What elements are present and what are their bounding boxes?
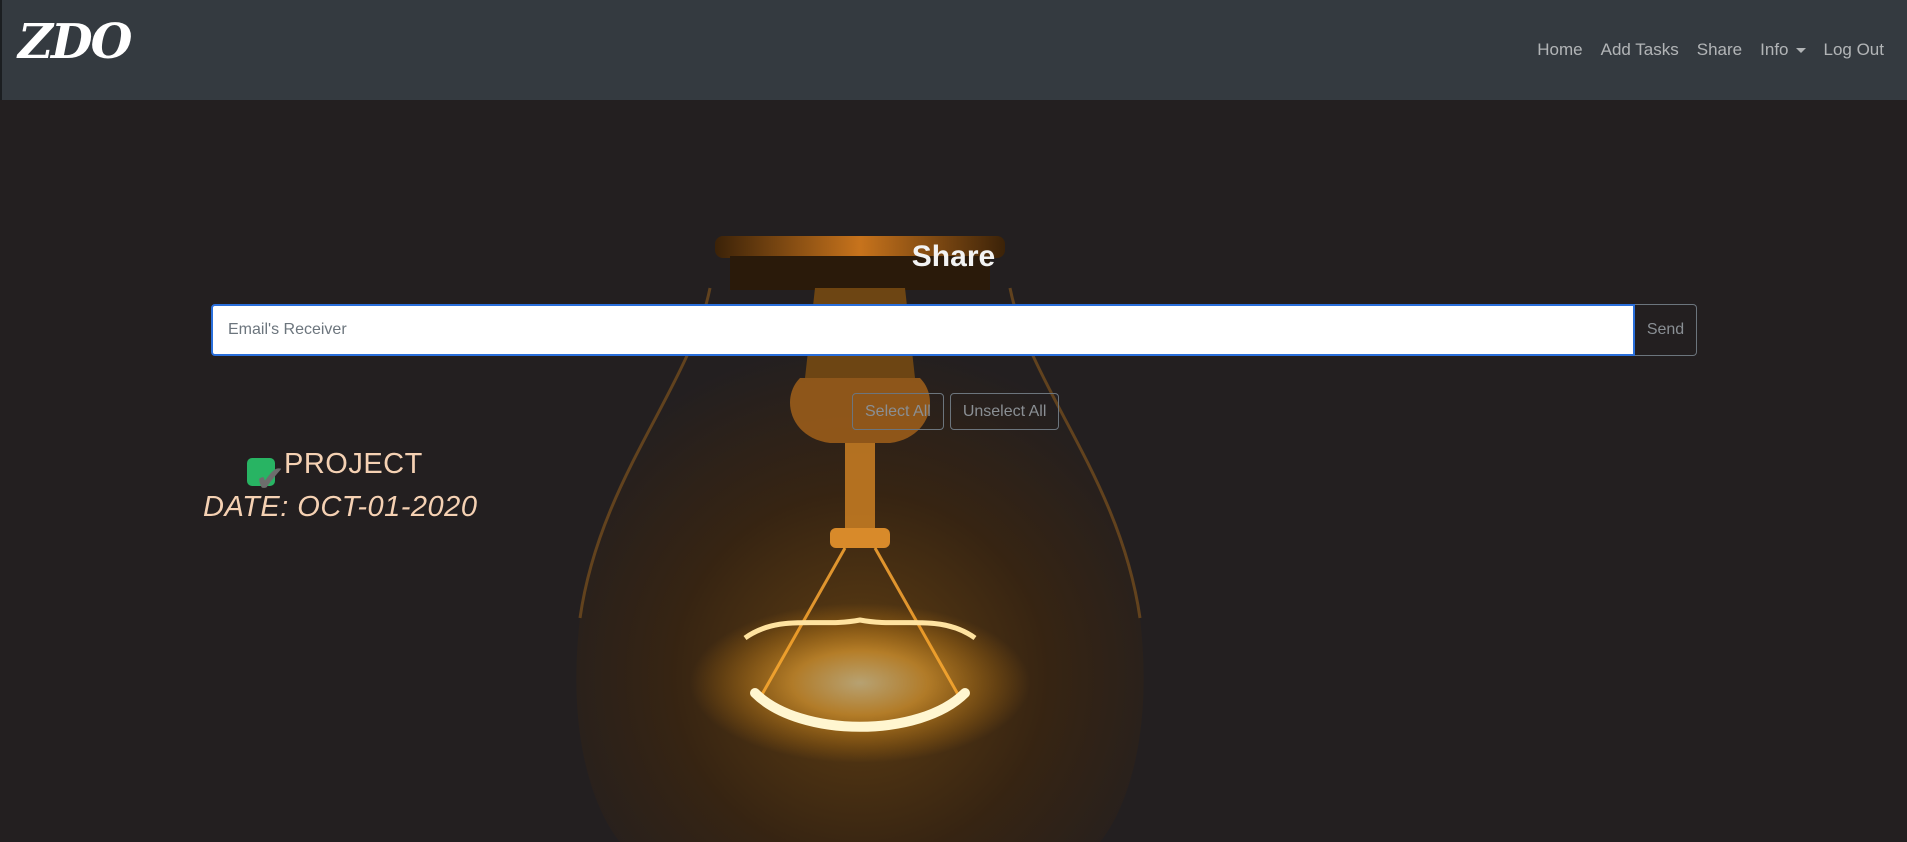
navbar: ZDO Home Add Tasks Share Info Log Out bbox=[0, 0, 1907, 100]
nav-log-out[interactable]: Log Out bbox=[1824, 40, 1885, 60]
nav-add-tasks[interactable]: Add Tasks bbox=[1601, 40, 1679, 60]
nav-links: Home Add Tasks Share Info Log Out bbox=[1537, 40, 1884, 60]
page-title: Share bbox=[911, 240, 996, 273]
brand-logo[interactable]: ZDO bbox=[18, 18, 132, 66]
task-date: DATE: OCT-01-2020 bbox=[203, 491, 478, 523]
nav-info-label: Info bbox=[1760, 40, 1789, 59]
share-form: Send bbox=[211, 304, 1697, 356]
unselect-all-button[interactable]: Unselect All bbox=[949, 393, 1060, 430]
select-buttons: Select All Unselect All bbox=[852, 393, 1060, 430]
caret-down-icon bbox=[1795, 47, 1806, 53]
email-receiver-input[interactable] bbox=[211, 304, 1635, 356]
nav-share[interactable]: Share bbox=[1697, 40, 1742, 60]
nav-info-dropdown[interactable]: Info bbox=[1760, 40, 1806, 60]
send-button[interactable]: Send bbox=[1635, 304, 1697, 356]
nav-home[interactable]: Home bbox=[1537, 40, 1582, 60]
task-name: PROJECT bbox=[284, 448, 423, 480]
select-all-button[interactable]: Select All bbox=[852, 393, 944, 430]
